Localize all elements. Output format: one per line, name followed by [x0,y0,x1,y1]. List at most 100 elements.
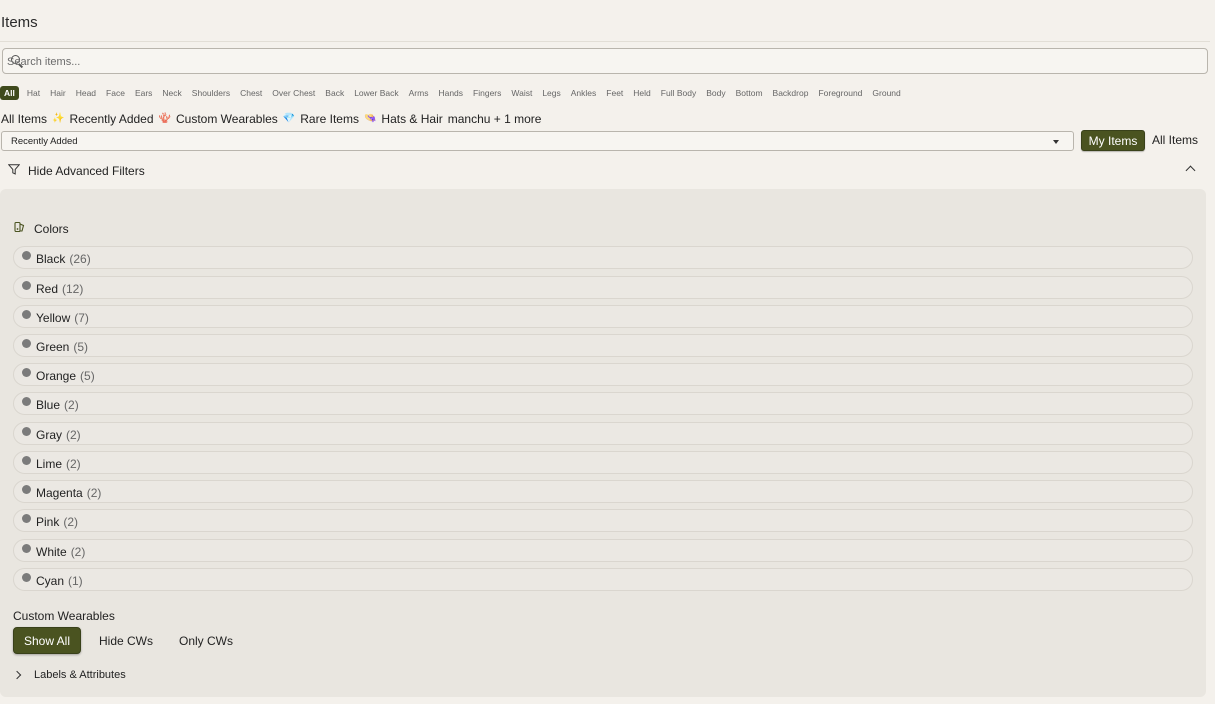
color-swatch-icon [22,339,31,348]
color-count: (5) [73,340,89,354]
color-name: Lime (2) [36,457,81,471]
color-filter-cyan[interactable]: Cyan (1) [13,568,1193,591]
quick-filter-recently-added[interactable]: Recently Added [69,112,153,126]
color-name: Red (12) [36,282,83,296]
color-count: (26) [69,252,91,266]
advanced-filters-label: Hide Advanced Filters [28,164,145,178]
color-swatch-icon [22,310,31,319]
color-name: White (2) [36,545,85,559]
color-swatch-icon [22,251,31,260]
my-items-button[interactable]: My Items [1081,130,1145,151]
category-tab-hands[interactable]: Hands [433,86,468,100]
color-label: Red [36,282,59,296]
filter-icon [8,164,20,175]
show-all-button[interactable]: Show All [13,627,81,654]
color-label: Yellow [36,311,71,325]
category-tab-over-chest[interactable]: Over Chest [267,86,320,100]
color-label: Cyan [36,574,65,588]
category-tab-hair[interactable]: Hair [45,86,71,100]
color-swatch-icon [22,514,31,523]
color-name: Black (26) [36,252,91,266]
advanced-filters-panel: Colors Black (26) Red (12) Yellow (7) Green (5)… [0,189,1206,697]
quick-filter-row: All Items ✨ Recently Added 🪸 Custom Wearable… [1,111,546,126]
category-tab-ears[interactable]: Ears [130,86,157,100]
chevron-down-icon [1053,140,1059,144]
color-name: Orange (5) [36,369,95,383]
sort-select[interactable]: Recently Added [1,131,1074,151]
color-filter-orange[interactable]: Orange (5) [13,363,1193,386]
category-tab-arms[interactable]: Arms [404,86,434,100]
color-filter-black[interactable]: Black (26) [13,246,1193,269]
color-name: Yellow (7) [36,311,89,325]
color-filter-magenta[interactable]: Magenta (2) [13,480,1193,503]
labels-attributes-label: Labels & Attributes [34,669,126,681]
category-tab-legs[interactable]: Legs [537,86,565,100]
search-input[interactable] [7,53,1197,70]
category-tab-neck[interactable]: Neck [157,86,186,100]
sort-selected-value: Recently Added [11,136,78,147]
quick-filter-manchu-1-more[interactable]: manchu + 1 more [448,112,542,126]
title-divider [0,41,1210,42]
color-filter-white[interactable]: White (2) [13,539,1193,562]
category-tab-fingers[interactable]: Fingers [468,86,506,100]
color-label: Gray [36,428,63,442]
color-count: (5) [80,369,95,383]
color-swatch-icon [22,427,31,436]
palette-icon [14,221,25,233]
category-tab-feet[interactable]: Feet [601,86,628,100]
hide-cws-button[interactable]: Hide CWs [99,634,153,648]
category-tab-foreground[interactable]: Foreground [813,86,867,100]
category-tab-ankles[interactable]: Ankles [566,86,602,100]
all-items-button[interactable]: All Items [1152,133,1198,147]
color-filter-lime[interactable]: Lime (2) [13,451,1193,474]
color-filter-gray[interactable]: Gray (2) [13,422,1193,445]
category-tab-backdrop[interactable]: Backdrop [768,86,814,100]
color-filter-red[interactable]: Red (12) [13,276,1193,299]
color-swatch-icon [22,397,31,406]
only-cws-button[interactable]: Only CWs [179,634,233,648]
category-tab-head[interactable]: Head [71,86,101,100]
color-count: (2) [66,457,81,471]
color-filter-pink[interactable]: Pink (2) [13,509,1193,532]
category-tab-shoulders[interactable]: Shoulders [187,86,235,100]
category-tab-back[interactable]: Back [320,86,349,100]
category-tab-body[interactable]: Body [701,86,730,100]
quick-filter-rare-items[interactable]: Rare Items [300,112,359,126]
category-tabs: All Hat Hair Head Face Ears Neck Shoulders Chest… [0,85,906,101]
color-name: Pink (2) [36,515,78,529]
custom-wearables-label: Custom Wearables [13,609,115,623]
color-label: Black [36,252,66,266]
category-tab-bottom[interactable]: Bottom [731,86,768,100]
category-tab-face[interactable]: Face [101,86,130,100]
category-tab-held[interactable]: Held [628,86,655,100]
color-name: Cyan (1) [36,574,83,588]
color-name: Gray (2) [36,428,81,442]
advanced-filters-toggle[interactable]: Hide Advanced Filters [8,163,1208,179]
color-count: (12) [62,282,84,296]
color-filter-yellow[interactable]: Yellow (7) [13,305,1193,328]
quick-filter-emoji-icon: 💎 [282,113,296,124]
quick-filter-all-items[interactable]: All Items [1,112,47,126]
color-filter-green[interactable]: Green (5) [13,334,1193,357]
category-tab-lower-back[interactable]: Lower Back [349,86,403,100]
category-tab-hat[interactable]: Hat [22,86,45,100]
color-label: Magenta [36,486,83,500]
color-swatch-icon [22,544,31,553]
quick-filter-hats-hair[interactable]: Hats & Hair [381,112,442,126]
color-count: (2) [64,398,79,412]
category-tab-all[interactable]: All [0,86,19,100]
category-tab-chest[interactable]: Chest [235,86,267,100]
color-name: Blue (2) [36,398,79,412]
color-swatch-icon [22,456,31,465]
color-name: Green (5) [36,340,88,354]
category-tab-full-body[interactable]: Full Body [656,86,701,100]
color-label: Blue [36,398,61,412]
search-box[interactable] [2,48,1208,74]
color-filter-blue[interactable]: Blue (2) [13,392,1193,415]
category-tab-ground[interactable]: Ground [867,86,905,100]
category-tab-waist[interactable]: Waist [506,86,537,100]
chevron-up-icon [1185,165,1196,176]
quick-filter-custom-wearables[interactable]: Custom Wearables [176,112,278,126]
color-count: (1) [68,574,83,588]
color-count: (2) [66,428,81,442]
